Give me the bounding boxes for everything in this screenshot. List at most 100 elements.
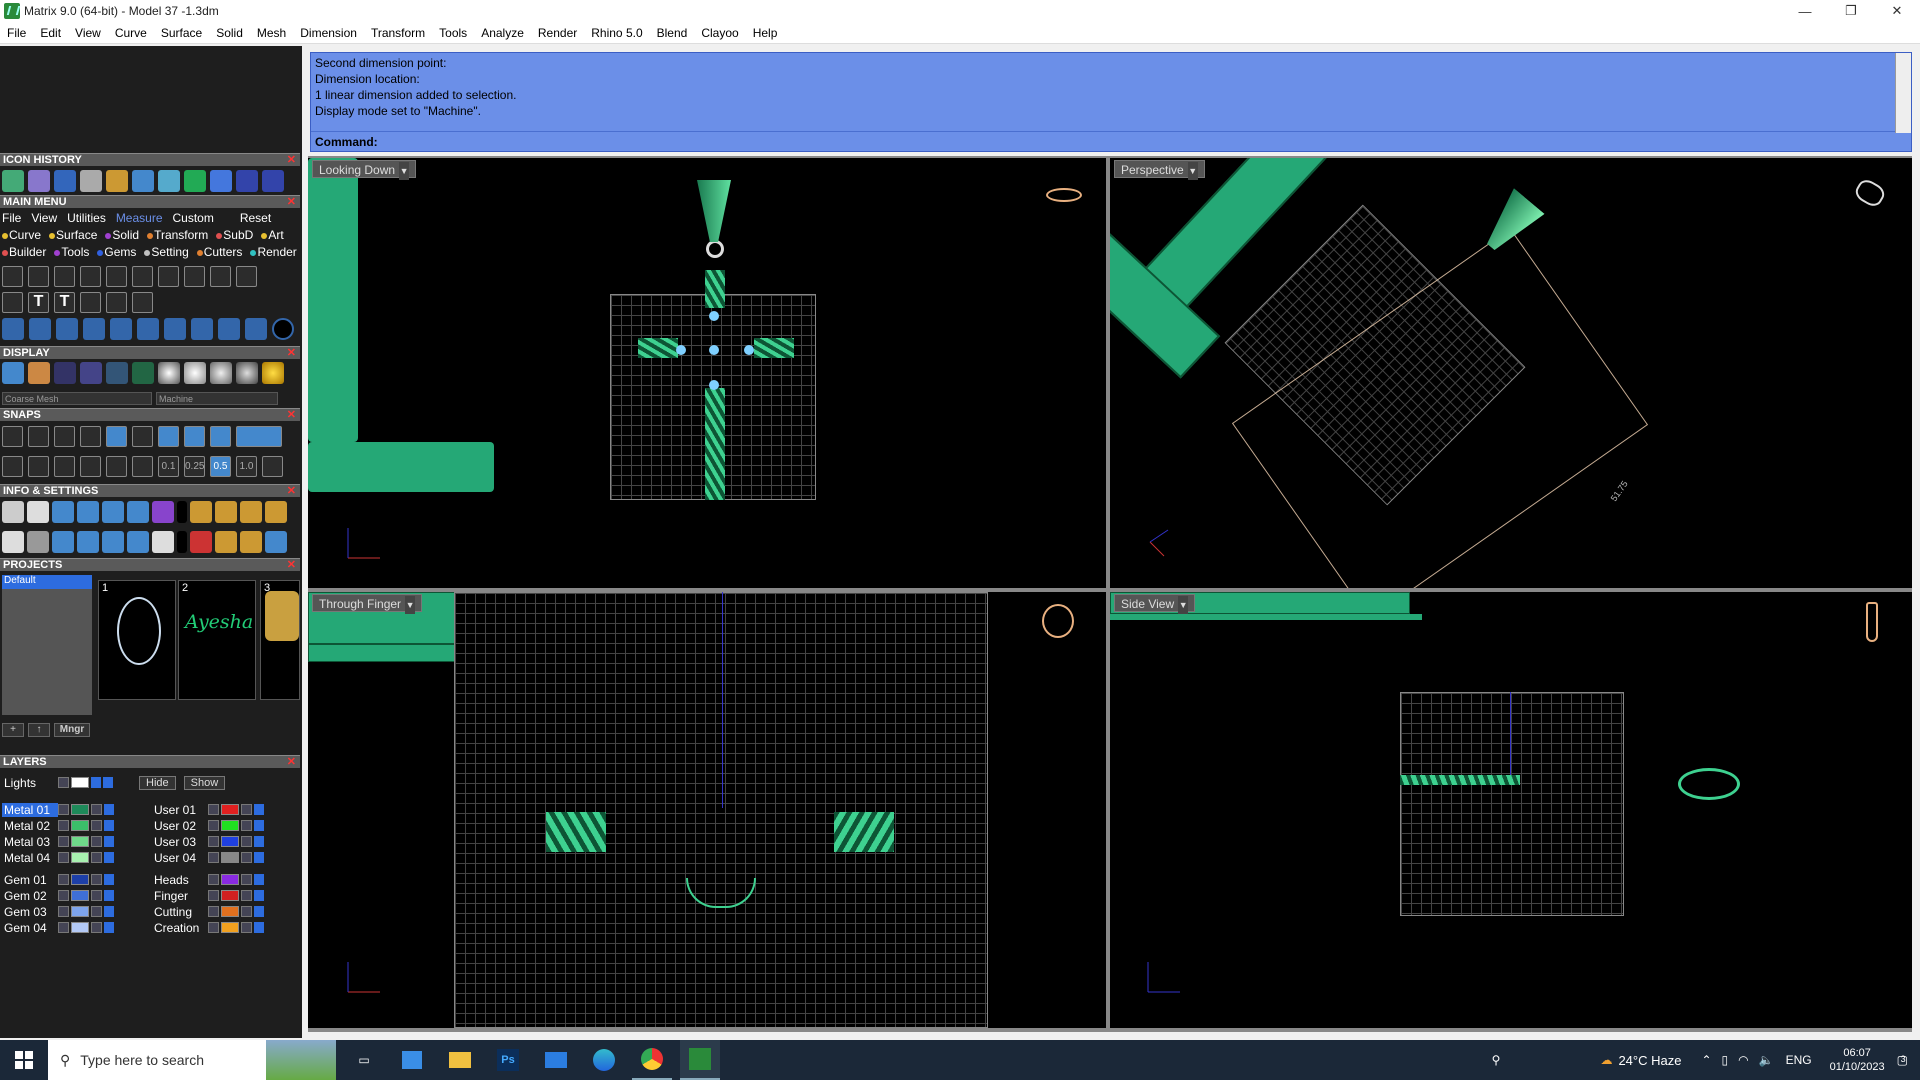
menu-rhino[interactable]: Rhino 5.0 bbox=[584, 26, 649, 40]
visibility-icon[interactable] bbox=[254, 874, 264, 885]
up-button[interactable]: ↑ bbox=[28, 723, 50, 737]
viewport-side-view[interactable]: Side View ▼ bbox=[1110, 592, 1912, 1028]
visibility-icon[interactable] bbox=[104, 820, 114, 831]
mm-surface[interactable]: Surface bbox=[49, 228, 97, 242]
mm-render[interactable]: Render bbox=[250, 245, 297, 259]
layer-row[interactable]: User 02 bbox=[152, 818, 266, 833]
snap-knot-icon[interactable] bbox=[236, 426, 282, 447]
box-icon[interactable] bbox=[77, 531, 99, 553]
dim-tool-icon[interactable] bbox=[106, 266, 127, 287]
layer-color-swatch[interactable] bbox=[71, 890, 89, 901]
layer-color-swatch[interactable] bbox=[71, 804, 89, 815]
visibility-icon[interactable] bbox=[104, 852, 114, 863]
taskbar-search[interactable]: ⚲ Type here to search bbox=[48, 1040, 336, 1080]
layer-color-swatch[interactable] bbox=[71, 906, 89, 917]
select-icon[interactable] bbox=[127, 531, 149, 553]
visibility-icon[interactable] bbox=[254, 804, 264, 815]
lock-icon[interactable] bbox=[91, 890, 102, 901]
mm-custom[interactable]: Custom bbox=[173, 211, 214, 225]
mm-subd[interactable]: SubD bbox=[216, 228, 253, 242]
visibility-icon[interactable] bbox=[254, 852, 264, 863]
photoshop-icon[interactable]: Ps bbox=[488, 1040, 528, 1080]
machine-icon[interactable] bbox=[132, 362, 154, 384]
lock-icon[interactable] bbox=[91, 922, 102, 933]
menu-surface[interactable]: Surface bbox=[154, 26, 209, 40]
dim-tool-icon[interactable] bbox=[80, 266, 101, 287]
menu-analyze[interactable]: Analyze bbox=[474, 26, 531, 40]
material-icon[interactable] bbox=[80, 362, 102, 384]
ortho-icon[interactable] bbox=[28, 456, 49, 477]
expand-icon[interactable] bbox=[58, 777, 69, 788]
gear-icon[interactable] bbox=[2, 501, 24, 523]
dim-tool-icon[interactable] bbox=[158, 266, 179, 287]
viewport-through-finger[interactable]: Through Finger ▼ bbox=[308, 592, 1106, 1028]
smarttrack-icon[interactable] bbox=[106, 456, 127, 477]
command-input-row[interactable] bbox=[311, 131, 1911, 151]
shaded-icon[interactable] bbox=[28, 362, 50, 384]
snap-value[interactable]: 0.5 bbox=[210, 456, 231, 477]
text-block-icon[interactable]: T bbox=[54, 292, 75, 313]
move-icon[interactable] bbox=[2, 318, 24, 340]
expand-icon[interactable] bbox=[58, 906, 69, 917]
dim-tool-icon[interactable] bbox=[106, 292, 127, 313]
mm-art[interactable]: Art bbox=[261, 228, 284, 242]
gold-sphere-icon[interactable] bbox=[262, 362, 284, 384]
layer-row[interactable]: Gem 04 bbox=[2, 920, 116, 935]
close-icon[interactable]: ✕ bbox=[287, 154, 296, 167]
mm-reset[interactable]: Reset bbox=[240, 211, 271, 225]
menu-mesh[interactable]: Mesh bbox=[250, 26, 293, 40]
menu-tools[interactable]: Tools bbox=[432, 26, 474, 40]
snap-int-icon[interactable] bbox=[132, 426, 153, 447]
add-button[interactable]: + bbox=[2, 723, 24, 737]
snap-value[interactable]: 0.1 bbox=[158, 456, 179, 477]
sphere-icon[interactable] bbox=[210, 362, 232, 384]
mm-file[interactable]: File bbox=[2, 211, 21, 225]
gumball-icon[interactable] bbox=[132, 456, 153, 477]
close-icon[interactable]: ✕ bbox=[287, 756, 296, 769]
expand-icon[interactable] bbox=[208, 836, 219, 847]
mm-measure[interactable]: Measure bbox=[116, 211, 163, 225]
expand-icon[interactable] bbox=[208, 852, 219, 863]
viewport-perspective[interactable]: 51.75 Perspective ▼ bbox=[1110, 158, 1912, 588]
box-icon[interactable] bbox=[77, 501, 99, 523]
battery-icon[interactable]: ▯ bbox=[1722, 1053, 1729, 1067]
chevron-down-icon[interactable]: ▼ bbox=[1187, 162, 1198, 180]
layer-row[interactable]: Finger bbox=[152, 888, 266, 903]
expand-icon[interactable] bbox=[58, 874, 69, 885]
grid-icon[interactable] bbox=[262, 456, 283, 477]
mm-builder[interactable]: Builder bbox=[2, 245, 46, 259]
file-explorer-icon[interactable] bbox=[440, 1040, 480, 1080]
text-icon[interactable]: T bbox=[28, 292, 49, 313]
layer-row[interactable]: User 03 bbox=[152, 834, 266, 849]
snap-mid-icon[interactable] bbox=[80, 426, 101, 447]
visibility-icon[interactable] bbox=[104, 874, 114, 885]
snap-near-icon[interactable] bbox=[28, 426, 49, 447]
minimize-button[interactable]: — bbox=[1782, 0, 1828, 22]
menu-dimension[interactable]: Dimension bbox=[293, 26, 364, 40]
xray-icon[interactable] bbox=[106, 362, 128, 384]
menu-help[interactable]: Help bbox=[746, 26, 785, 40]
grid-snap-icon[interactable] bbox=[2, 456, 23, 477]
menu-curve[interactable]: Curve bbox=[108, 26, 154, 40]
people-icon[interactable]: ⚲ bbox=[1492, 1053, 1501, 1067]
dim-tool-icon[interactable] bbox=[2, 266, 23, 287]
wifi-icon[interactable]: ◠ bbox=[1738, 1053, 1748, 1067]
layer-row[interactable]: Cutting bbox=[152, 904, 266, 919]
dim-tool-icon[interactable] bbox=[54, 266, 75, 287]
close-icon[interactable]: ✕ bbox=[287, 409, 296, 422]
snap-end-icon[interactable] bbox=[2, 426, 23, 447]
menu-solid[interactable]: Solid bbox=[209, 26, 250, 40]
lock-icon[interactable] bbox=[241, 874, 252, 885]
scale-icon[interactable] bbox=[56, 318, 78, 340]
mesh-dropdown[interactable]: Coarse Mesh bbox=[2, 392, 152, 405]
expand-icon[interactable] bbox=[208, 890, 219, 901]
expand-icon[interactable] bbox=[208, 804, 219, 815]
dim-tool-icon[interactable] bbox=[132, 292, 153, 313]
visibility-icon[interactable] bbox=[104, 906, 114, 917]
mm-curve[interactable]: Curve bbox=[2, 228, 41, 242]
dim-tool-icon[interactable] bbox=[80, 292, 101, 313]
arrow-left-icon[interactable] bbox=[236, 170, 258, 192]
snap-value[interactable]: 0.25 bbox=[184, 456, 205, 477]
lock-icon[interactable] bbox=[91, 804, 102, 815]
mm-gems[interactable]: Gems bbox=[97, 245, 136, 259]
